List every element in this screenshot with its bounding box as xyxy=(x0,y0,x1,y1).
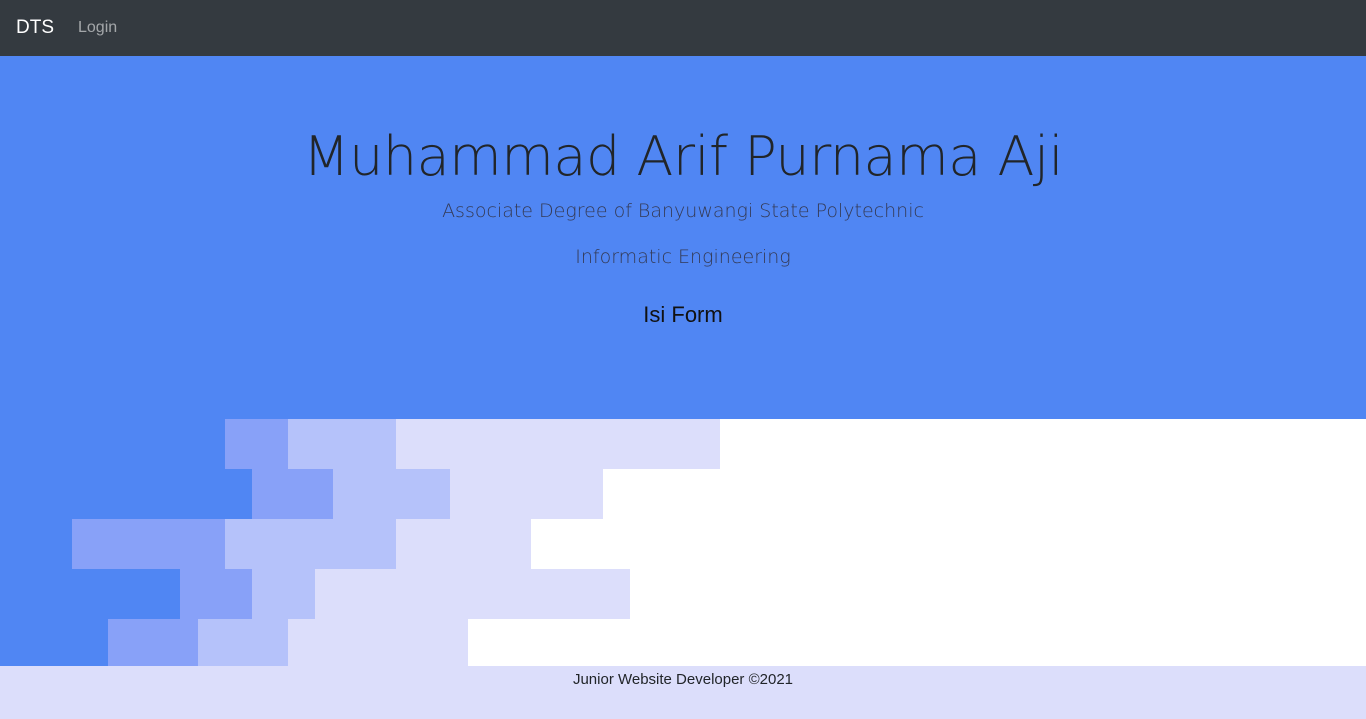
isi-form-button[interactable]: Isi Form xyxy=(603,296,763,334)
page-footer: Junior Website Developer ©2021 xyxy=(0,666,1366,719)
footer-text: Junior Website Developer ©2021 xyxy=(572,671,794,688)
top-navbar: DTS Login xyxy=(0,0,1366,56)
hero-title: Muhammad Arif Purnama Aji xyxy=(303,125,1063,188)
nav-link-login[interactable]: Login xyxy=(78,19,117,37)
navbar-brand[interactable]: DTS xyxy=(16,17,54,39)
hero-department: Informatic Engineering xyxy=(575,246,791,268)
wave-decoration xyxy=(0,419,720,666)
hero-subtitle: Associate Degree of Banyuwangi State Pol… xyxy=(442,200,924,222)
hero-jumbotron: Muhammad Arif Purnama Aji Associate Degr… xyxy=(0,56,1366,419)
